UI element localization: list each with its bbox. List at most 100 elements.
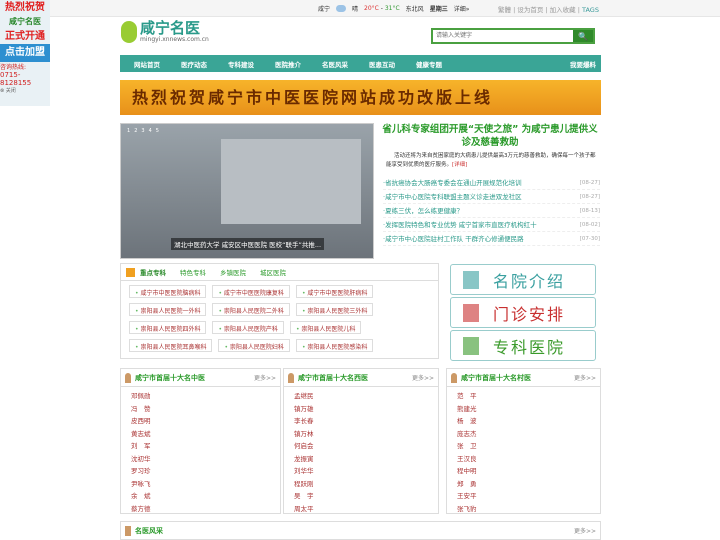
news-item[interactable]: ·发挥医院特色和专业优势 咸宁首家市直医疗机构红十 [08-02] — [383, 218, 600, 232]
specialty-link[interactable]: 崇阳县人民医院儿科 — [289, 321, 362, 334]
bookmark-link[interactable]: 加入收藏 — [550, 6, 576, 14]
doctor-name-link[interactable]: 郑 勇 — [457, 478, 600, 491]
doctor-name-link[interactable]: 皮西明 — [131, 415, 280, 428]
specialty-link[interactable]: 崇阳县人民医院妇科 — [218, 339, 290, 352]
doctor-name-link[interactable]: 余 斌 — [131, 490, 280, 503]
headline-title[interactable]: 省儿科专家组团开展“天使之旅” 为咸宁患儿提供义诊及慈善救助 — [380, 123, 600, 149]
button-label: 专科医院 — [493, 337, 566, 357]
slider-dot[interactable]: 2 — [134, 128, 137, 134]
button-label: 名院介绍 — [493, 271, 566, 291]
tags-link[interactable]: TAGS — [582, 6, 599, 14]
city: 咸宁 — [318, 6, 331, 13]
site-logo[interactable]: 咸宁名医 mingyi.xnnews.com.cn — [121, 20, 209, 43]
specialty-link[interactable]: 崇阳县人民医院一外科 — [129, 303, 207, 316]
doctor-name-link[interactable]: 王汉良 — [457, 453, 600, 466]
nav-hospitals[interactable]: 医院推介 — [275, 59, 301, 69]
doctor-name-link[interactable]: 冯 赞 — [131, 403, 280, 416]
doctor-name-link[interactable]: 龙振寅 — [294, 453, 438, 466]
nav-medical-news[interactable]: 医疗动态 — [181, 59, 207, 69]
specialty-hospital-button[interactable]: 专科医院 — [450, 330, 596, 361]
more-link[interactable]: 更多>> — [574, 526, 596, 535]
traditional-link[interactable]: 繁體 — [498, 6, 511, 14]
hospital-intro-button[interactable]: 名院介绍 — [450, 264, 596, 295]
doctor-name-link[interactable]: 周太平 — [294, 503, 438, 516]
set-homepage-link[interactable]: 设为首页 — [517, 6, 543, 14]
doctor-name-link[interactable]: 庞志杰 — [457, 428, 600, 441]
tab-township-hospitals[interactable]: 乡镇医院 — [220, 267, 246, 277]
slider-caption[interactable]: 湖北中医药大学 咸安区中医医院 医校“联手”共推... — [171, 238, 325, 250]
tab-key-specialty[interactable]: 重点专科 — [140, 267, 166, 277]
nav-doctors[interactable]: 名医风采 — [322, 59, 348, 69]
specialty-link[interactable]: 崇阳县人民医院四外科 — [129, 321, 207, 334]
doctor-name-link[interactable]: 镇万雄 — [294, 403, 438, 416]
doctor-name-link[interactable]: 李长春 — [294, 415, 438, 428]
nav-report[interactable]: 我要爆料 — [570, 59, 596, 69]
doctor-name-link[interactable]: 沈初华 — [131, 453, 280, 466]
more-link[interactable]: 更多>> — [254, 373, 276, 382]
doctor-name-link[interactable]: 杨 波 — [457, 415, 600, 428]
doctor-name-link[interactable]: 程中明 — [457, 465, 600, 478]
image-slider[interactable]: 12345 湖北中医药大学 咸安区中医医院 医校“联手”共推... — [120, 123, 374, 259]
search-button[interactable]: 🔍 — [573, 30, 593, 42]
news-date: [07-30] — [579, 236, 600, 242]
doctor-name-link[interactable]: 张飞豹 — [457, 503, 600, 516]
doctor-name-link[interactable]: 刘华华 — [294, 465, 438, 478]
doctor-name-link[interactable]: 王安平 — [457, 490, 600, 503]
ad-join: 点击加盟 — [0, 44, 50, 62]
nav-interaction[interactable]: 医患互动 — [369, 59, 395, 69]
doctor-name-link[interactable]: 程跃刚 — [294, 478, 438, 491]
doctor-name-link[interactable]: 何启会 — [294, 440, 438, 453]
tab-featured-specialty[interactable]: 特色专科 — [180, 267, 206, 277]
news-item[interactable]: ·咸宁市中心医院专科联盟主题义诊走进双龙社区 [08-27] — [383, 190, 600, 204]
doctor-name-link[interactable]: 范 平 — [457, 390, 600, 403]
doctor-name-link[interactable]: 蔡方德 — [131, 503, 280, 516]
specialty-link[interactable]: 崇阳县人民医院耳鼻喉科 — [129, 339, 213, 352]
news-item[interactable]: ·省抗癌协会大肠癌专委会在通山开展规范化培训 [08-27] — [383, 176, 600, 190]
news-list: ·省抗癌协会大肠癌专委会在通山开展规范化培训 [08-27] ·咸宁市中心医院专科… — [383, 176, 600, 246]
doctor-name-link[interactable]: 罗习珍 — [131, 465, 280, 478]
specialty-link[interactable]: 咸宁市中医医院肝病科 — [295, 285, 374, 298]
news-item[interactable]: ·咸宁市中心医院驻村工作队 干群齐心修通便民路 [07-30] — [383, 232, 600, 246]
specialty-link[interactable]: 崇阳县人民医院二外科 — [212, 303, 290, 316]
slider-dot[interactable]: 1 — [127, 128, 130, 134]
clinic-schedule-button[interactable]: 门诊安排 — [450, 297, 596, 328]
specialty-link[interactable]: 崇阳县人民医院三外科 — [295, 303, 374, 316]
specialty-link[interactable]: 咸宁市中医医院脑病科 — [129, 285, 207, 298]
doctor-name-link[interactable]: 孟继民 — [294, 390, 438, 403]
nav-home[interactable]: 网站首页 — [134, 59, 160, 69]
doctor-name-link[interactable]: 镇万林 — [294, 428, 438, 441]
specialty-link[interactable]: 崇阳县人民医院感染科 — [295, 339, 374, 352]
doctor-name-link[interactable]: 尹咏飞 — [131, 478, 280, 491]
doctor-name-link[interactable]: 熊建光 — [457, 403, 600, 416]
doctor-name-link[interactable]: 张 卫 — [457, 440, 600, 453]
top-links: 繁體 | 设为首页 | 加入收藏 | TAGS — [498, 6, 599, 14]
doctor-name-link[interactable]: 吴 宇 — [294, 490, 438, 503]
doctor-name-link[interactable]: 邓佩勋 — [131, 390, 280, 403]
detail-link[interactable]: [详细] — [452, 162, 467, 168]
section-title: 名医风采 — [135, 526, 163, 535]
slider-dot[interactable]: 3 — [141, 128, 144, 134]
more-link[interactable]: 更多>> — [412, 373, 434, 382]
specialty-link[interactable]: 咸宁市中医医院康复科 — [212, 285, 290, 298]
slider-dot[interactable]: 5 — [156, 128, 159, 134]
box-title: 咸宁市首届十大名西医 — [298, 373, 368, 382]
button-label: 门诊安排 — [493, 304, 566, 324]
ad-close-button[interactable]: ⊗ 关闭 — [0, 87, 50, 94]
search-input[interactable] — [433, 30, 573, 42]
news-item[interactable]: ·夏练三伏，怎么练更健康？ [08-13] — [383, 204, 600, 218]
banner[interactable]: 热烈祝贺咸宁市中医医院网站成功改版上线 — [120, 80, 601, 115]
doctor-name-link[interactable]: 黄志斌 — [131, 428, 280, 441]
slider-dot[interactable]: 4 — [149, 128, 152, 134]
floating-ad[interactable]: 热烈祝贺 咸宁名医 正式开通 点击加盟 咨询热线: 0715-8128155 ⊗… — [0, 0, 50, 106]
doctor-name-link[interactable]: 刘 军 — [131, 440, 280, 453]
nav-specialty[interactable]: 专科建设 — [228, 59, 254, 69]
more-link[interactable]: 更多>> — [574, 373, 596, 382]
tab-urban-hospitals[interactable]: 城区医院 — [260, 267, 286, 277]
specialty-link[interactable]: 崇阳县人民医院产科 — [212, 321, 284, 334]
nav-health-topics[interactable]: 健康专题 — [416, 59, 442, 69]
village-doctors-box: 咸宁市首届十大名村医 更多>> 范 平熊建光杨 波庞志杰张 卫王汉良 程中明郑 勇王安… — [446, 368, 601, 514]
plus-icon — [126, 267, 135, 277]
tcm-doctors-box: 咸宁市首届十大名中医 更多>> 邓佩勋冯 赞皮西明 黄志斌刘 军沈初华 罗习珍 尹咏飞余 … — [120, 368, 281, 514]
weather-detail-link[interactable]: 详细» — [454, 4, 470, 13]
slider-dots: 12345 — [127, 128, 159, 134]
